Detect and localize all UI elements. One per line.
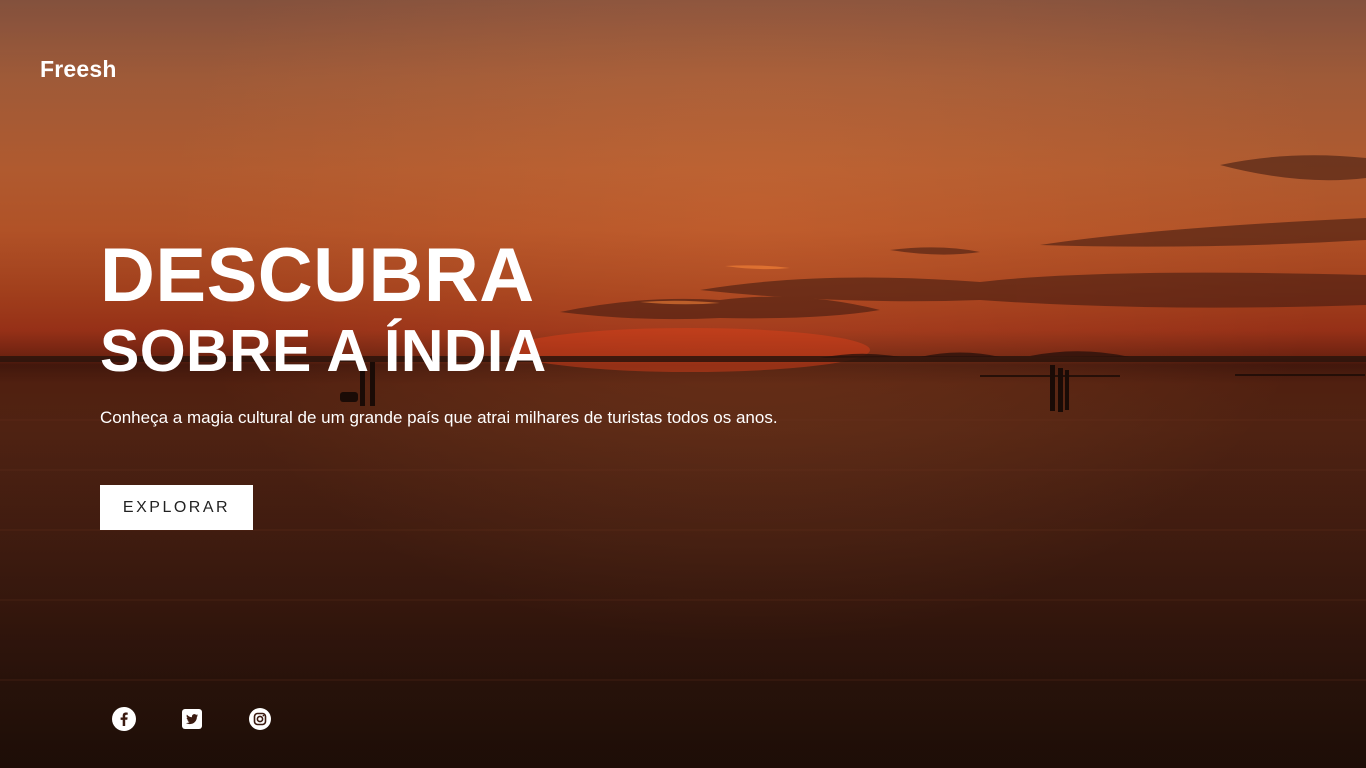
explore-button[interactable]: EXPLORAR xyxy=(100,485,253,530)
hero-title-line2: SOBRE A ÍNDIA xyxy=(100,318,547,384)
brand-logo[interactable]: Freesh xyxy=(40,56,117,83)
facebook-icon[interactable] xyxy=(112,707,136,731)
twitter-icon[interactable] xyxy=(180,707,204,731)
hero-section: Freesh DESCUBRA SOBRE A ÍNDIA Conheça a … xyxy=(0,0,1366,768)
hero-title-line1: DESCUBRA xyxy=(100,233,535,318)
hero-subtitle: Conheça a magia cultural de um grande pa… xyxy=(100,408,778,427)
instagram-icon[interactable] xyxy=(248,707,272,731)
